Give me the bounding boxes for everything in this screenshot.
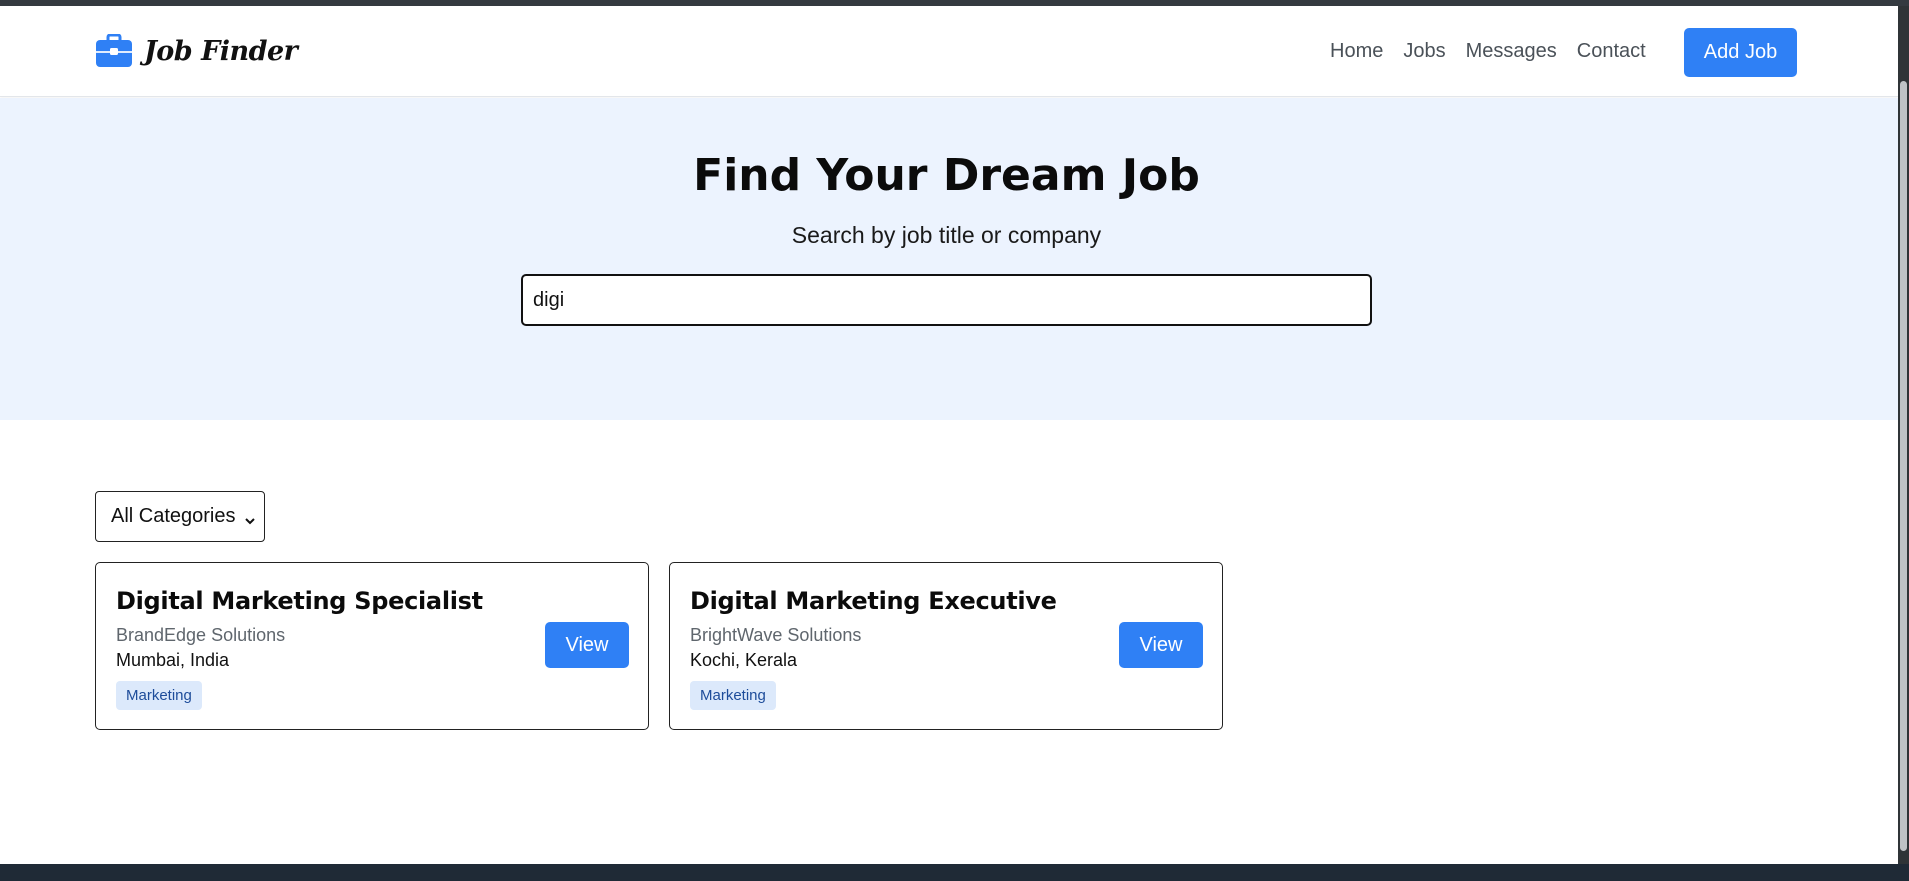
category-select[interactable]: All Categories xyxy=(95,491,265,542)
hero-title: Find Your Dream Job xyxy=(693,150,1200,201)
add-job-button[interactable]: Add Job xyxy=(1684,28,1797,77)
briefcase-icon xyxy=(95,33,133,68)
nav-link-home[interactable]: Home xyxy=(1330,40,1383,63)
page-viewport: Job Finder Home Jobs Messages Contact Ad… xyxy=(0,6,1898,864)
job-location: Kochi, Kerala xyxy=(690,650,798,670)
category-select-value: All Categories xyxy=(111,505,236,527)
brand-logo[interactable]: Job Finder xyxy=(95,33,298,68)
category-badge: Marketing xyxy=(690,681,776,710)
scrollbar-thumb[interactable] xyxy=(1900,81,1907,851)
job-company: BrandEdge Solutions xyxy=(116,625,286,645)
job-company: BrightWave Solutions xyxy=(690,625,862,645)
hero-section: Find Your Dream Job Search by job title … xyxy=(0,98,1898,420)
chevron-down-icon xyxy=(244,510,256,525)
job-title: Digital Marketing Executive xyxy=(690,587,1057,615)
nav-link-contact[interactable]: Contact xyxy=(1577,40,1646,63)
job-title: Digital Marketing Specialist xyxy=(116,587,483,615)
page-scrollbar[interactable] xyxy=(1898,6,1909,864)
brand-name: Job Finder xyxy=(144,35,298,67)
search-input[interactable] xyxy=(521,274,1372,326)
job-card: Digital Marketing Executive BrightWave S… xyxy=(669,562,1223,730)
view-job-button[interactable]: View xyxy=(1119,622,1203,668)
nav-link-jobs[interactable]: Jobs xyxy=(1403,40,1445,63)
window-bottom-bar xyxy=(0,864,1909,881)
navbar: Job Finder Home Jobs Messages Contact Ad… xyxy=(0,6,1898,97)
view-job-button[interactable]: View xyxy=(545,622,629,668)
job-location: Mumbai, India xyxy=(116,650,230,670)
category-badge: Marketing xyxy=(116,681,202,710)
main-nav: Home Jobs Messages Contact xyxy=(1330,6,1646,97)
hero-subtitle: Search by job title or company xyxy=(791,222,1102,248)
job-card: Digital Marketing Specialist BrandEdge S… xyxy=(95,562,649,730)
nav-link-messages[interactable]: Messages xyxy=(1466,40,1557,63)
